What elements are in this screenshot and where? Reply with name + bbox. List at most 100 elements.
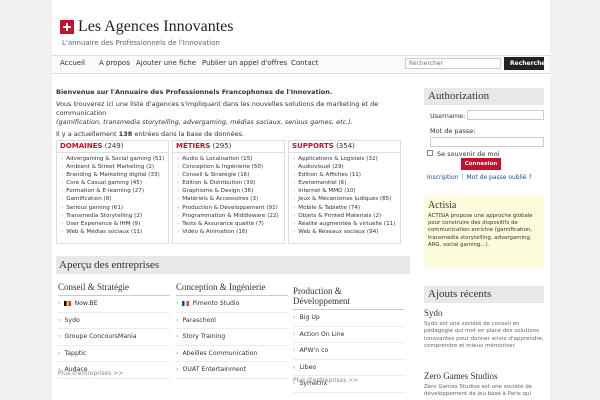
category-item[interactable]: Tests & Assurance qualité (7) — [177, 220, 284, 228]
more-companies-link[interactable]: Plus d'entreprises >> — [293, 377, 358, 384]
category-item[interactable]: Evenementiel (6) — [293, 179, 400, 187]
metiers-header[interactable]: MÉTIERS (295) — [173, 141, 284, 153]
category-item[interactable]: Audiovisuel (29) — [293, 163, 400, 171]
search-input[interactable] — [405, 58, 501, 69]
company-item[interactable]: Pimento Studio — [176, 296, 288, 313]
company-item[interactable]: Now.BE — [58, 296, 170, 313]
company-name[interactable]: Pimento Studio — [192, 300, 239, 307]
remember-label: Se souvenir de moi — [437, 150, 500, 158]
category-item[interactable]: Formation & E-learning (27) — [61, 187, 168, 195]
nav-ajouter-fiche[interactable]: Ajouter une fiche — [136, 59, 196, 67]
category-item[interactable]: Transmedia Storytelling (2) — [61, 212, 168, 220]
nav-contact[interactable]: Contact — [291, 59, 318, 67]
password-field[interactable] — [430, 137, 544, 147]
domaines-column: DOMAINES (249) Advergaming & Social gami… — [56, 140, 169, 244]
search-button[interactable]: Recherche — [504, 57, 545, 70]
logo-cross-icon[interactable] — [60, 20, 74, 34]
category-item[interactable]: Edition & Distribution (39) — [177, 179, 284, 187]
company-item[interactable]: Tapptic — [58, 346, 170, 362]
supports-header[interactable]: SUPPORTS (354) — [289, 141, 400, 153]
category-item[interactable]: Internet & MMO (10) — [293, 187, 400, 195]
apercu-column-conception: Conception & Ingénierie Pimento Studio Pa… — [176, 282, 288, 379]
column-title[interactable]: DOMAINES — [60, 142, 102, 150]
actisia-title[interactable]: Actisia — [428, 200, 540, 211]
category-item[interactable]: Jeux & Mécanismes ludiques (85) — [293, 195, 400, 203]
recent-item-title[interactable]: Zero Games Studios — [424, 371, 498, 381]
category-columns: DOMAINES (249) Advergaming & Social gami… — [56, 140, 410, 244]
username-field[interactable] — [467, 110, 544, 120]
company-item[interactable]: Big Up — [293, 310, 405, 327]
category-item[interactable]: Matériels & Accessoires (3) — [177, 195, 284, 203]
page: Les Agences Innovantes L'annuaire des Pr… — [0, 0, 600, 400]
category-item[interactable]: Conception & Ingénierie (50) — [177, 163, 284, 171]
nav-accueil[interactable]: Accueil — [60, 59, 85, 67]
column-title[interactable]: SUPPORTS — [292, 142, 334, 150]
company-name[interactable]: Libeo — [299, 364, 316, 371]
company-item[interactable]: Abeilles Communication — [176, 346, 288, 362]
company-name[interactable]: Paraschool — [182, 317, 215, 324]
category-item[interactable]: Production & Développement (91) — [177, 204, 284, 212]
domaines-header[interactable]: DOMAINES (249) — [57, 141, 168, 153]
category-item[interactable]: Edition & Affiches (11) — [293, 171, 400, 179]
apercu-column-title[interactable]: Conception & Ingénierie — [176, 282, 288, 296]
category-item[interactable]: User Experience & IHM (9) — [61, 220, 168, 228]
flag-fr-icon — [182, 300, 190, 306]
category-item[interactable]: Core & Casual gaming (45) — [61, 179, 168, 187]
column-count: (295) — [212, 142, 232, 150]
domaines-list: Advergaming & Social gaming (51)Ambient … — [57, 153, 168, 236]
company-name[interactable]: Action On Line — [299, 331, 344, 338]
category-item[interactable]: Objets & Printed Materials (2) — [293, 212, 400, 220]
category-item[interactable]: Advergaming & Social gaming (51) — [61, 155, 168, 163]
category-item[interactable]: Web & Médias sociaux (11) — [61, 228, 168, 236]
forgot-password-link[interactable]: Mot de passe oublié ? — [466, 174, 531, 181]
nav-a-propos[interactable]: A propos — [99, 59, 130, 67]
recent-item-title[interactable]: Sydo — [424, 308, 443, 318]
auth-header: Authorization — [424, 88, 544, 105]
apercu-column-title[interactable]: Conseil & Stratégie — [58, 282, 170, 296]
site-title[interactable]: Les Agences Innovantes — [78, 18, 234, 36]
category-item[interactable]: Mobile & Tablette (74) — [293, 204, 400, 212]
signup-link[interactable]: Inscription — [427, 174, 458, 181]
category-item[interactable]: Applications & Logiciels (32) — [293, 155, 400, 163]
category-item[interactable]: Vidéo & Animation (16) — [177, 228, 284, 236]
company-name[interactable]: Abeilles Communication — [182, 350, 257, 357]
company-item[interactable]: Sydo — [58, 313, 170, 329]
more-companies-link[interactable]: Plus d'entreprises >> — [58, 370, 123, 377]
apercu-title-line[interactable]: Production & — [293, 286, 342, 296]
flag-be-icon — [64, 300, 72, 306]
company-item[interactable]: Groupe ConcoursMania — [58, 329, 170, 346]
password-label: Mot de passe: — [430, 127, 476, 135]
auth-links: Inscription | Mot de passe oublié ? — [427, 174, 532, 181]
company-name[interactable]: Tapptic — [64, 350, 86, 357]
category-item[interactable]: Programmation & Middleware (22) — [177, 212, 284, 220]
company-name[interactable]: Groupe ConcoursMania — [64, 333, 136, 340]
recent-title: Ajouts récents — [428, 288, 492, 300]
company-item[interactable]: Paraschool — [176, 313, 288, 329]
category-item[interactable]: Audio & Localisation (15) — [177, 155, 284, 163]
company-item[interactable]: Libeo — [293, 360, 405, 376]
company-name[interactable]: APW'n co — [299, 347, 328, 354]
nav-publier-appel[interactable]: Publier un appel d'offres — [202, 59, 287, 67]
company-item[interactable]: OUAT Entertainment — [176, 362, 288, 379]
category-item[interactable]: Conseil & Stratégie (16) — [177, 171, 284, 179]
company-name[interactable]: Story Training — [182, 333, 225, 340]
category-item[interactable]: Graphisme & Design (36) — [177, 187, 284, 195]
remember-checkbox[interactable] — [427, 150, 433, 156]
apercu-column-title[interactable]: Production & Développement — [293, 286, 405, 310]
company-name[interactable]: OUAT Entertainment — [182, 366, 246, 373]
company-item[interactable]: Story Training — [176, 329, 288, 346]
category-item[interactable]: Ambient & Street Marketing (2) — [61, 163, 168, 171]
category-item[interactable]: Serious gaming (61) — [61, 204, 168, 212]
category-item[interactable]: Branding & Marketing digital (33) — [61, 171, 168, 179]
category-item[interactable]: Web & Réseaux sociaux (94) — [293, 228, 400, 236]
column-title[interactable]: MÉTIERS — [176, 142, 210, 150]
company-item[interactable]: Action On Line — [293, 327, 405, 343]
category-item[interactable]: Réalité augmentée & virtuelle (11) — [293, 220, 400, 228]
company-item[interactable]: APW'n co — [293, 343, 405, 360]
company-name[interactable]: Sydo — [64, 317, 79, 324]
apercu-title-line[interactable]: Développement — [293, 296, 350, 306]
company-name[interactable]: Now.BE — [74, 300, 97, 307]
company-name[interactable]: Big Up — [299, 314, 319, 321]
login-button[interactable]: Connexion — [461, 158, 501, 170]
category-item[interactable]: Gamification (8) — [61, 195, 168, 203]
